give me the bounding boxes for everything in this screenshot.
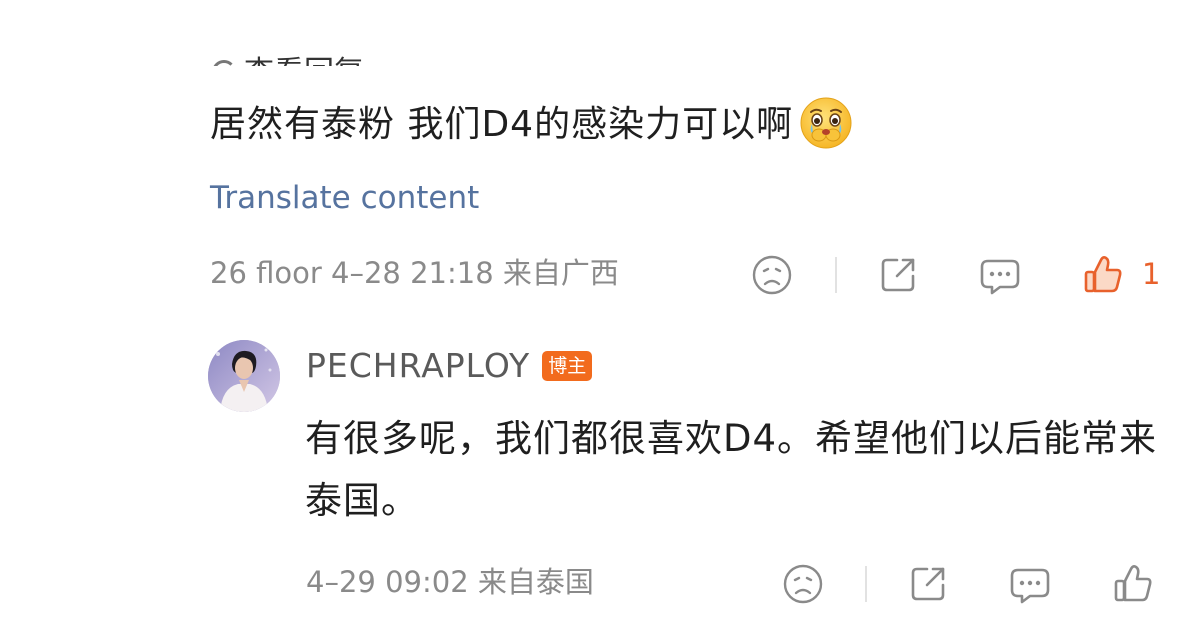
avatar-photo [208, 340, 280, 412]
comment-text: 居然有泰粉 我们D4的感染力可以啊 [210, 104, 794, 145]
author-badge: 博主 [542, 351, 593, 381]
translate-content-link[interactable]: Translate content [210, 177, 479, 219]
comment-icon [1010, 568, 1050, 604]
reply-share-button[interactable] [906, 562, 950, 606]
comment-icon [980, 259, 1020, 295]
reply-meta: 4–29 09:02 来自泰国 [306, 565, 594, 599]
avatar[interactable] [208, 340, 280, 412]
comment-meta: 26 floor 4–28 21:18 来自广西 [210, 256, 619, 290]
comment-like-button[interactable] [1080, 251, 1126, 297]
comment-share-button[interactable] [876, 253, 920, 297]
crying-face-emoji-icon [800, 97, 852, 149]
reply-like-button[interactable] [1110, 560, 1156, 606]
action-divider [865, 566, 867, 602]
reply-text: 有很多呢，我们都很喜欢D4。希望他们以后能常来泰国。 [305, 417, 1158, 522]
dislike-icon [783, 564, 823, 604]
dislike-icon [752, 255, 792, 295]
reply-dislike-button[interactable] [781, 562, 825, 606]
comment-reply-button[interactable] [976, 253, 1024, 299]
reply-author-row: PECHRAPLOY 博主 [306, 343, 593, 389]
share-icon [881, 258, 915, 292]
comment-body: 居然有泰粉 我们D4的感染力可以啊 [210, 96, 853, 154]
reply-comment-button[interactable] [1006, 562, 1054, 608]
comment-dislike-button[interactable] [750, 253, 794, 297]
search-icon [212, 60, 236, 66]
share-icon [911, 567, 945, 601]
cut-off-reply-link[interactable]: 查看回复 [212, 44, 442, 66]
like-icon [1114, 565, 1152, 602]
reply-author-name[interactable]: PECHRAPLOY [306, 343, 530, 389]
action-divider [835, 257, 837, 293]
like-count: 1 [1142, 257, 1161, 291]
like-icon-active [1084, 256, 1122, 293]
